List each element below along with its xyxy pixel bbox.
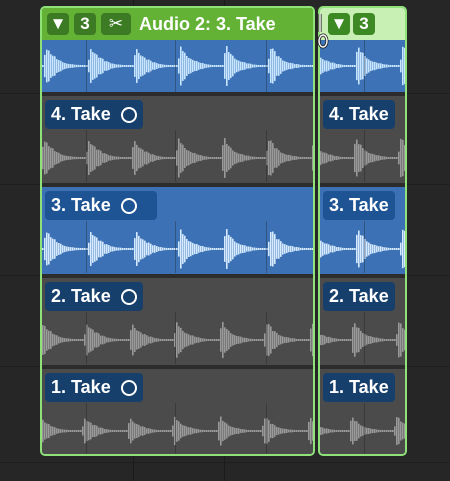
disclosure-triangle-button[interactable]: ▼ (328, 13, 350, 35)
take-folder-region-split[interactable]: ▼ 3 4. Take 3. Take 2. Take 1. Take (318, 6, 407, 456)
take-mute-circle-icon[interactable] (120, 197, 137, 214)
take-lane-3[interactable]: 3. Take (320, 187, 405, 274)
take-label[interactable]: 1. Take (323, 373, 395, 402)
waveform (320, 221, 405, 273)
take-name: 4. Take (51, 104, 111, 124)
take-name: 2. Take (329, 286, 389, 306)
waveform (42, 403, 313, 454)
take-lane-2[interactable]: 2. Take (42, 278, 313, 365)
take-name: 3. Take (329, 195, 389, 215)
take-label[interactable]: 3. Take (45, 191, 157, 220)
take-number-button[interactable]: 3 (353, 13, 375, 35)
take-name: 2. Take (51, 286, 111, 306)
grid-line (0, 462, 450, 463)
take-name: 4. Take (329, 104, 389, 124)
comp-waveform (320, 40, 405, 92)
triangle-down-icon: ▼ (330, 14, 348, 33)
quick-swipe-comping-button[interactable]: ✂ (101, 13, 131, 35)
waveform (42, 130, 313, 182)
take-label[interactable]: 2. Take (323, 282, 395, 311)
scissors-icon: ✂ (108, 14, 124, 33)
take-lane-1[interactable]: 1. Take (320, 369, 405, 454)
waveform (320, 40, 405, 92)
take-number-button[interactable]: 3 (74, 13, 96, 35)
take-folder-region[interactable]: ▼ 3 ✂ Audio 2: 3. Take 4. Take 3. Take 2… (40, 6, 315, 456)
waveform (320, 312, 405, 364)
take-folder-header[interactable]: ▼ 3 (320, 8, 405, 40)
comp-waveform (42, 40, 313, 92)
take-label[interactable]: 4. Take (45, 100, 143, 129)
take-lane-1[interactable]: 1. Take (42, 369, 313, 454)
take-mute-circle-icon[interactable] (120, 379, 137, 396)
take-mute-circle-icon[interactable] (120, 106, 137, 123)
take-lane-4[interactable]: 4. Take (320, 96, 405, 183)
take-name: 1. Take (329, 377, 389, 397)
take-lane-2[interactable]: 2. Take (320, 278, 405, 365)
take-name: 1. Take (51, 377, 111, 397)
take-lane-4[interactable]: 4. Take (42, 96, 313, 183)
scissors-cursor-icon (317, 14, 329, 49)
take-name: 3. Take (51, 195, 111, 215)
take-mute-circle-icon[interactable] (120, 288, 137, 305)
waveform (320, 130, 405, 182)
take-label[interactable]: 4. Take (323, 100, 395, 129)
take-lane-3[interactable]: 3. Take (42, 187, 313, 274)
take-label[interactable]: 3. Take (323, 191, 395, 220)
waveform (42, 312, 313, 364)
take-folder-header[interactable]: ▼ 3 ✂ Audio 2: 3. Take (42, 8, 313, 40)
waveform (42, 40, 313, 92)
disclosure-triangle-button[interactable]: ▼ (47, 13, 69, 35)
take-folder-title: Audio 2: 3. Take (139, 13, 276, 34)
triangle-down-icon: ▼ (49, 14, 67, 33)
waveform (42, 221, 313, 273)
waveform (320, 403, 405, 454)
take-label[interactable]: 2. Take (45, 282, 143, 311)
take-label[interactable]: 1. Take (45, 373, 143, 402)
